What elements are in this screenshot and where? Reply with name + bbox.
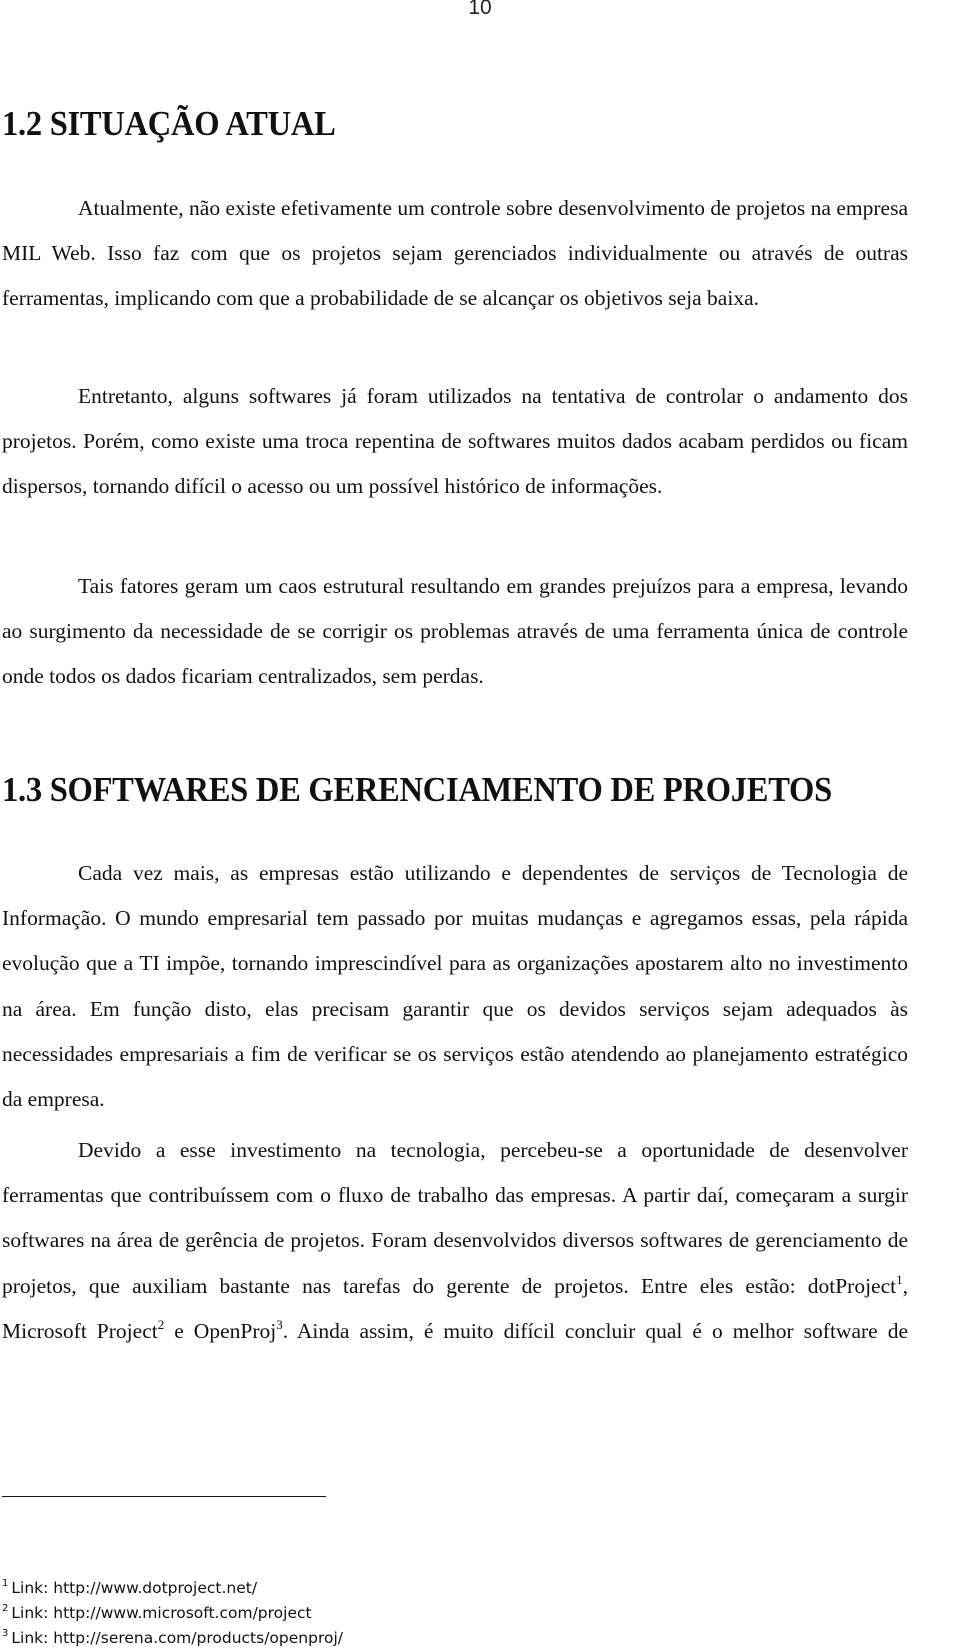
paragraph-entretanto: Entretanto, alguns softwares já foram ut… bbox=[2, 374, 908, 510]
footnote-2: 2 Link: http://www.microsoft.com/project bbox=[2, 1601, 343, 1626]
paragraph-tais-fatores: Tais fatores geram um caos estrutural re… bbox=[2, 564, 908, 700]
section-heading-situacao-atual: 1.2 SITUAÇÃO ATUAL bbox=[2, 104, 336, 143]
paragraph-text: Entretanto, alguns softwares já foram ut… bbox=[2, 384, 908, 499]
paragraph-text: . Ainda assim, é muito difícil concluir … bbox=[282, 1318, 908, 1343]
footnote-link[interactable]: Link: http://www.dotproject.net/ bbox=[11, 1579, 257, 1597]
page-number: 10 bbox=[468, 0, 492, 19]
paragraph-devido: Devido a esse investimento na tecnologia… bbox=[2, 1128, 908, 1354]
footnotes: 1 Link: http://www.dotproject.net/ 2 Link:… bbox=[2, 1576, 343, 1651]
paragraph-text: Cada vez mais, as empresas estão utiliza… bbox=[2, 861, 908, 1112]
footnote-link[interactable]: Link: http://serena.com/products/openpro… bbox=[11, 1629, 343, 1647]
footnote-mark: 3 bbox=[2, 1628, 9, 1639]
paragraph-text: Tais fatores geram um caos estrutural re… bbox=[2, 574, 908, 689]
paragraph-atualmente: Atualmente, não existe efetivamente um c… bbox=[2, 186, 908, 322]
paragraph-text: e OpenProj bbox=[164, 1318, 277, 1343]
section-heading-softwares-gerenciamento: 1.3 SOFTWARES DE GERENCIAMENTO DE PROJET… bbox=[2, 770, 832, 809]
footnote-mark: 1 bbox=[2, 1578, 9, 1589]
footnote-link[interactable]: Link: http://www.microsoft.com/project bbox=[11, 1604, 311, 1622]
footnote-separator bbox=[2, 1496, 326, 1497]
paragraph-cada-vez-mais: Cada vez mais, as empresas estão utiliza… bbox=[2, 851, 908, 1122]
footnote-3: 3 Link: http://serena.com/products/openpr… bbox=[2, 1626, 343, 1651]
footnote-1: 1 Link: http://www.dotproject.net/ bbox=[2, 1576, 343, 1601]
footnote-mark: 2 bbox=[2, 1603, 9, 1614]
paragraph-text: Atualmente, não existe efetivamente um c… bbox=[2, 196, 908, 311]
paragraph-text: Devido a esse investimento na tecnologia… bbox=[2, 1138, 908, 1298]
